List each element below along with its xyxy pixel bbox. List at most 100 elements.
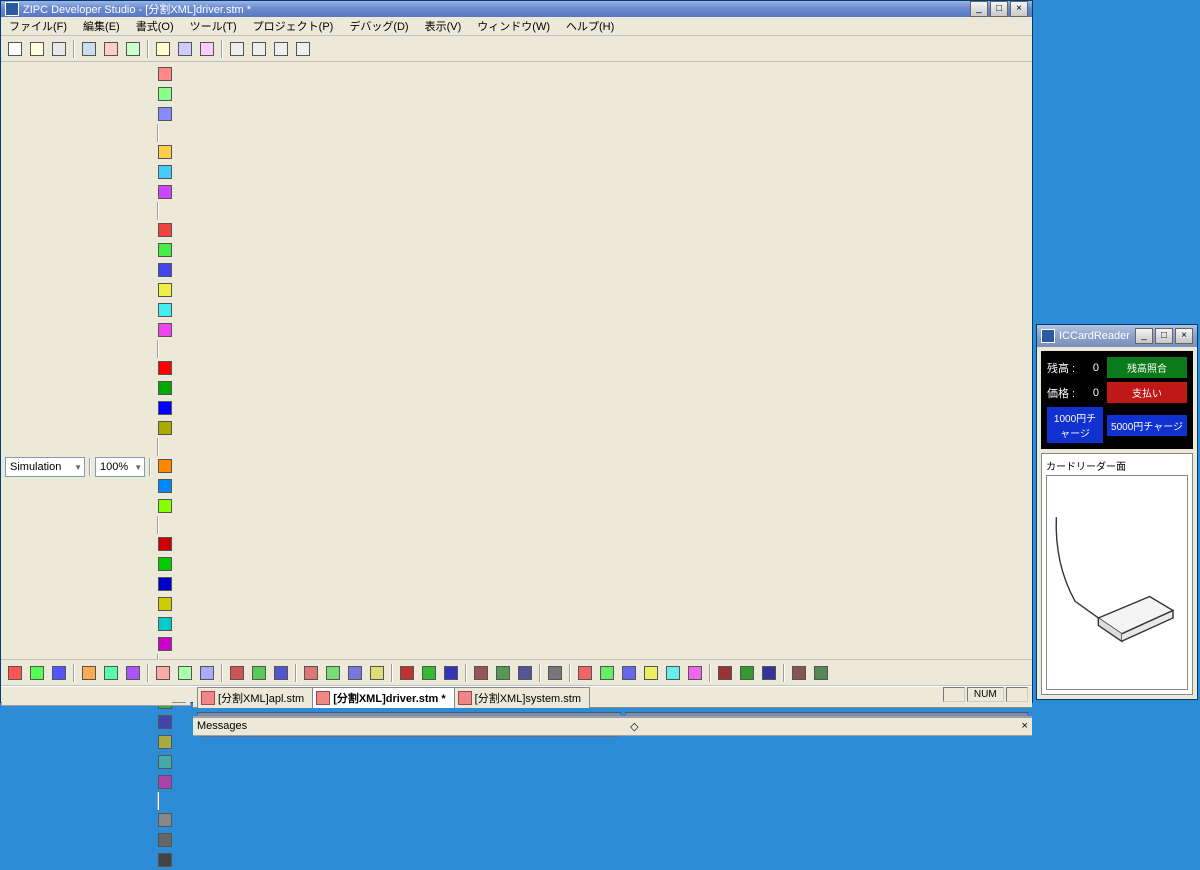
toolbar-button[interactable] [27, 663, 47, 683]
toolbar-button[interactable] [271, 39, 291, 59]
toolbar-button[interactable] [153, 663, 173, 683]
toolbar-button[interactable] [293, 39, 313, 59]
toolbar-button[interactable] [155, 162, 175, 182]
toolbar-button[interactable] [155, 554, 175, 574]
toolbar-button[interactable] [155, 614, 175, 634]
toolbar-button[interactable] [101, 663, 121, 683]
toolbar-button[interactable] [123, 663, 143, 683]
toolbar-button[interactable] [155, 104, 175, 124]
menu-item[interactable]: ツール(T) [186, 17, 241, 35]
doc-tab[interactable]: [分割XML]driver.stm * [312, 687, 454, 708]
toolbar-button[interactable] [155, 772, 175, 792]
toolbar-button[interactable] [155, 534, 175, 554]
toolbar-button[interactable] [155, 398, 175, 418]
toolbar-button[interactable] [155, 300, 175, 320]
toolbar-button[interactable] [101, 39, 121, 59]
toolbar-button[interactable] [249, 663, 269, 683]
menu-item[interactable]: ウィンドウ(W) [473, 17, 554, 35]
zoom-combo[interactable]: 100% [95, 457, 145, 477]
toolbar-button[interactable] [227, 39, 247, 59]
card-max-button[interactable]: □ [1155, 328, 1173, 344]
toolbar-button[interactable] [271, 663, 291, 683]
menu-item[interactable]: ヘルプ(H) [562, 17, 618, 35]
card-titlebar[interactable]: ICCardReader _ □ × [1037, 325, 1197, 347]
card-min-button[interactable]: _ [1135, 328, 1153, 344]
minimize-button[interactable]: _ [970, 1, 988, 17]
toolbar-button[interactable] [301, 663, 321, 683]
toolbar-button[interactable] [515, 663, 535, 683]
toolbar-button[interactable] [663, 663, 683, 683]
toolbar-button[interactable] [759, 663, 779, 683]
menu-item[interactable]: 編集(E) [79, 17, 124, 35]
toolbar-button[interactable] [155, 142, 175, 162]
toolbar-button[interactable] [79, 663, 99, 683]
toolbar-button[interactable] [155, 850, 175, 870]
toolbar-button[interactable] [153, 39, 173, 59]
toolbar-button[interactable] [155, 752, 175, 772]
simulation-combo[interactable]: Simulation [5, 457, 85, 477]
toolbar-button[interactable] [155, 712, 175, 732]
doc-tab[interactable]: [分割XML]apl.stm [197, 687, 313, 708]
toolbar-button[interactable] [155, 732, 175, 752]
toolbar-button[interactable] [155, 280, 175, 300]
menu-item[interactable]: 書式(O) [132, 17, 178, 35]
charge-1000-button[interactable]: 1000円チャージ [1047, 407, 1103, 443]
tree-root[interactable]: プロジェクト - ICCardReader] [3, 708, 189, 710]
toolbar-button[interactable] [155, 418, 175, 438]
reader-canvas[interactable] [1046, 475, 1188, 690]
toolbar-button[interactable] [789, 663, 809, 683]
toolbar-button[interactable] [737, 663, 757, 683]
toolbar-button[interactable] [155, 594, 175, 614]
toolbar-button[interactable] [227, 663, 247, 683]
toolbar-button[interactable] [49, 39, 69, 59]
project-tree[interactable]: プロジェクト - ICCardReader] -ZIPC環境ファイル-共通def… [1, 706, 191, 710]
toolbar-button[interactable] [5, 663, 25, 683]
toolbar-button[interactable] [5, 39, 25, 59]
menu-item[interactable]: ファイル(F) [5, 17, 71, 35]
toolbar-button[interactable] [175, 663, 195, 683]
toolbar-button[interactable] [545, 663, 565, 683]
toolbar-button[interactable] [641, 663, 661, 683]
toolbar-button[interactable] [155, 84, 175, 104]
card-close-button[interactable]: × [1175, 328, 1193, 344]
toolbar-button[interactable] [493, 663, 513, 683]
toolbar-button[interactable] [597, 663, 617, 683]
toolbar-button[interactable] [575, 663, 595, 683]
toolbar-button[interactable] [155, 378, 175, 398]
pay-button[interactable]: 支払い [1107, 382, 1187, 403]
close-button[interactable]: × [1010, 1, 1028, 17]
toolbar-button[interactable] [419, 663, 439, 683]
toolbar-button[interactable] [441, 663, 461, 683]
toolbar-button[interactable] [367, 663, 387, 683]
charge-5000-button[interactable]: 5000円チャージ [1107, 415, 1187, 436]
toolbar-button[interactable] [197, 663, 217, 683]
toolbar-button[interactable] [123, 39, 143, 59]
toolbar-button[interactable] [397, 663, 417, 683]
titlebar[interactable]: ZIPC Developer Studio - [分割XML]driver.st… [1, 1, 1032, 17]
toolbar-button[interactable] [155, 574, 175, 594]
toolbar-button[interactable] [155, 260, 175, 280]
toolbar-button[interactable] [79, 39, 99, 59]
toolbar-button[interactable] [155, 830, 175, 850]
toolbar-button[interactable] [155, 182, 175, 202]
doc-tab[interactable]: [分割XML]system.stm [454, 687, 590, 708]
toolbar-button[interactable] [155, 220, 175, 240]
toolbar-button[interactable] [155, 496, 175, 516]
toolbar-button[interactable] [155, 810, 175, 830]
toolbar-button[interactable] [155, 64, 175, 84]
toolbar-button[interactable] [155, 358, 175, 378]
menu-item[interactable]: 表示(V) [421, 17, 466, 35]
toolbar-button[interactable] [471, 663, 491, 683]
toolbar-button[interactable] [323, 663, 343, 683]
toolbar-button[interactable] [345, 663, 365, 683]
toolbar-button[interactable] [155, 476, 175, 496]
toolbar-button[interactable] [155, 634, 175, 654]
toolbar-button[interactable] [197, 39, 217, 59]
toolbar-button[interactable] [619, 663, 639, 683]
messages-close-icon[interactable]: × [1022, 720, 1028, 733]
toolbar-button[interactable] [155, 456, 175, 476]
toolbar-button[interactable] [249, 39, 269, 59]
menu-item[interactable]: プロジェクト(P) [249, 17, 338, 35]
menu-item[interactable]: デバッグ(D) [345, 17, 412, 35]
toolbar-button[interactable] [155, 240, 175, 260]
